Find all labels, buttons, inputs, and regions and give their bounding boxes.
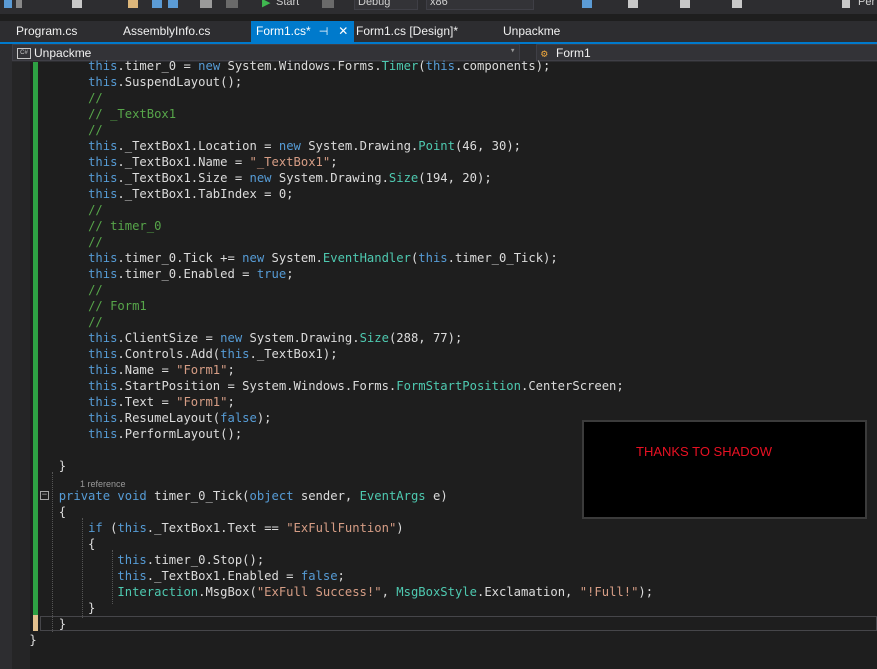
- document-tab-bar: Program.cs AssemblyInfo.cs Form1.cs* ⊣ ✕ F…: [0, 21, 877, 43]
- user-name[interactable]: Per: [858, 0, 875, 8]
- pin-icon[interactable]: ⊣: [319, 26, 329, 38]
- code-line[interactable]: this.timer_0.Tick += new System.EventHan…: [0, 250, 877, 266]
- undo-icon[interactable]: [200, 0, 212, 8]
- configuration-value: Debug: [358, 0, 391, 8]
- tab-label: Form1.cs [Design]*: [356, 24, 459, 38]
- credit-text: THANKS TO SHADOW: [636, 444, 773, 459]
- layout-icon[interactable]: [628, 0, 638, 8]
- code-line[interactable]: //: [0, 282, 877, 298]
- code-line[interactable]: this._TextBox1.Location = new System.Dra…: [0, 138, 877, 154]
- tab-program-cs[interactable]: Program.cs: [16, 21, 77, 42]
- close-icon[interactable]: ✕: [338, 24, 348, 38]
- collapse-icon[interactable]: −: [40, 491, 49, 500]
- code-line[interactable]: }: [0, 632, 877, 648]
- platform-value: x86: [430, 0, 448, 8]
- tab-label: Form1.cs*: [256, 24, 311, 38]
- configuration-select[interactable]: Debug: [354, 0, 418, 10]
- code-line[interactable]: this.ClientSize = new System.Drawing.Siz…: [0, 330, 877, 346]
- code-line[interactable]: this.SuspendLayout();: [0, 74, 877, 90]
- code-line[interactable]: this._TextBox1.Size = new System.Drawing…: [0, 170, 877, 186]
- play-icon[interactable]: ▶: [262, 0, 270, 9]
- tab-unpackme[interactable]: Unpackme: [503, 21, 560, 42]
- code-line[interactable]: this._TextBox1.Enabled = false;: [0, 568, 877, 584]
- refresh-icon[interactable]: [322, 0, 334, 8]
- code-line[interactable]: //: [0, 202, 877, 218]
- start-button[interactable]: Start: [276, 0, 299, 8]
- open-folder-icon[interactable]: [128, 0, 138, 8]
- code-line[interactable]: this._TextBox1.Name = "_TextBox1";: [0, 154, 877, 170]
- code-line[interactable]: {: [0, 536, 877, 552]
- toolbar: ▶ Start Debug x86 Per: [0, 0, 877, 14]
- tab-assemblyinfo-cs[interactable]: AssemblyInfo.cs: [123, 21, 210, 42]
- code-line[interactable]: this.timer_0 = new System.Windows.Forms.…: [0, 58, 877, 74]
- new-file-icon[interactable]: [72, 0, 82, 8]
- code-line[interactable]: //: [0, 122, 877, 138]
- code-line[interactable]: this.Controls.Add(this._TextBox1);: [0, 346, 877, 362]
- tab-form1-design[interactable]: Form1.cs [Design]*: [356, 21, 458, 42]
- save-icon[interactable]: [152, 0, 162, 8]
- tab-label: Unpackme: [503, 24, 561, 38]
- redo-icon[interactable]: [226, 0, 238, 8]
- code-line[interactable]: //: [0, 234, 877, 250]
- credit-overlay: THANKS TO SHADOW: [582, 420, 867, 519]
- code-line[interactable]: this.timer_0.Enabled = true;: [0, 266, 877, 282]
- code-line[interactable]: // Form1: [0, 298, 877, 314]
- tab-label: AssemblyInfo.cs: [123, 24, 211, 38]
- code-line[interactable]: Interaction.MsgBox("ExFull Success!", Ms…: [0, 584, 877, 600]
- tab-label: Program.cs: [16, 24, 78, 38]
- code-line[interactable]: //: [0, 314, 877, 330]
- code-line[interactable]: this.Name = "Form1";: [0, 362, 877, 378]
- code-line[interactable]: this.timer_0.Stop();: [0, 552, 877, 568]
- code-line[interactable]: this.StartPosition = System.Windows.Form…: [0, 378, 877, 394]
- code-line[interactable]: // timer_0: [0, 218, 877, 234]
- code-line[interactable]: //: [0, 90, 877, 106]
- bookmark-icon[interactable]: [732, 0, 742, 8]
- save-all-icon[interactable]: [168, 0, 178, 8]
- code-line[interactable]: this._TextBox1.TabIndex = 0;: [0, 186, 877, 202]
- tab-form1-cs[interactable]: Form1.cs* ⊣ ✕: [251, 21, 355, 42]
- indent-icon[interactable]: [680, 0, 690, 8]
- code-line[interactable]: }: [0, 616, 877, 632]
- user-icon[interactable]: [842, 0, 850, 8]
- code-line[interactable]: }: [0, 600, 877, 616]
- settings-icon[interactable]: [4, 0, 12, 8]
- platform-select[interactable]: x86: [426, 0, 534, 10]
- dropdown-arrow-icon[interactable]: [16, 0, 22, 8]
- dropdown-arrow-icon: ▾: [510, 46, 516, 56]
- code-line[interactable]: if (this._TextBox1.Text == "ExFullFuntio…: [0, 520, 877, 536]
- code-line[interactable]: // _TextBox1: [0, 106, 877, 122]
- code-line[interactable]: this.Text = "Form1";: [0, 394, 877, 410]
- find-icon[interactable]: [582, 0, 592, 8]
